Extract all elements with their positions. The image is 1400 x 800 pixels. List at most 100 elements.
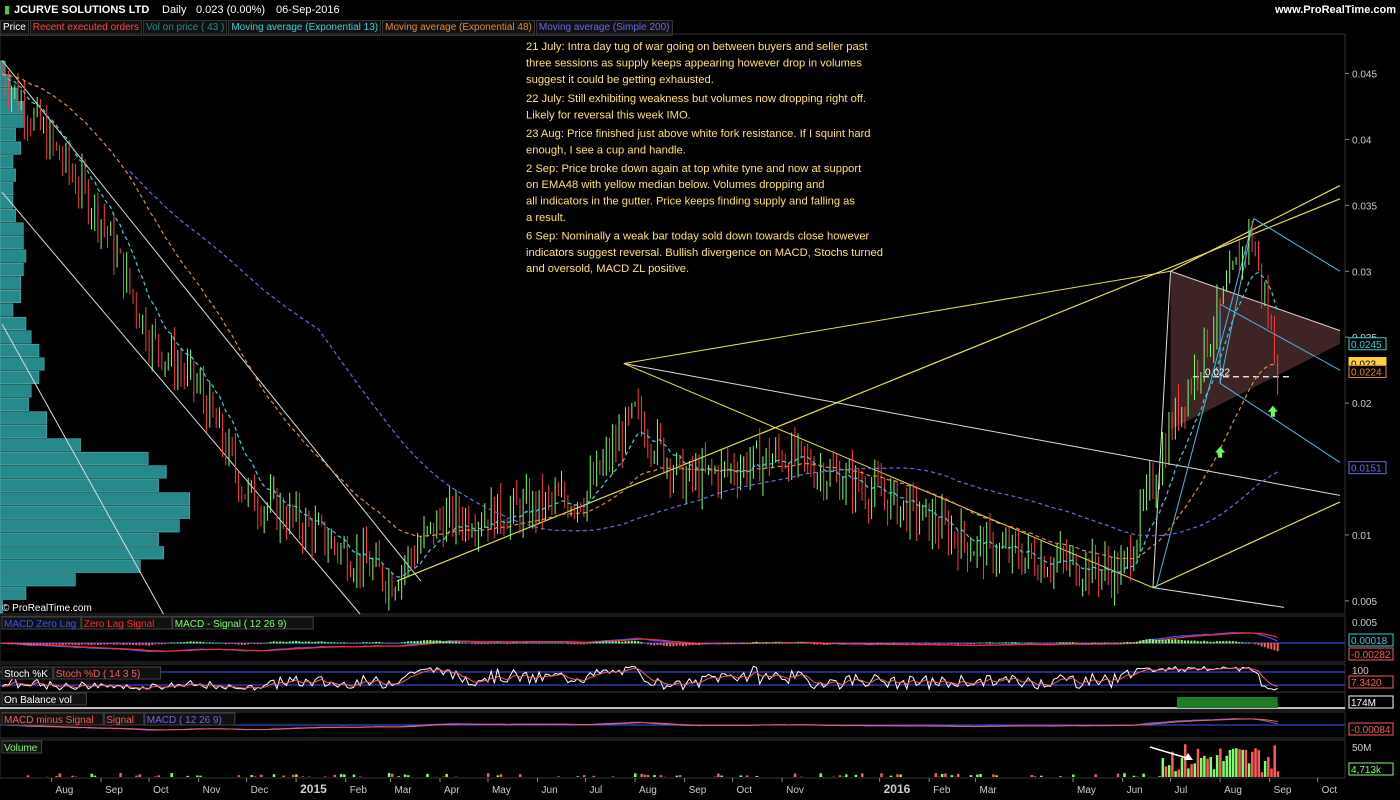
zerolag-hist-bar — [1135, 641, 1138, 644]
annotation-line: 23 Aug: Price finished just above white … — [526, 128, 871, 140]
annotation-line: indicators suggest reversal. Bullish div… — [526, 247, 883, 259]
zerolag-hist-bar — [288, 641, 291, 644]
zerolag-hist-bar — [1126, 641, 1129, 644]
vol-profile-bar — [0, 182, 14, 196]
zerolag-hist-bar — [681, 643, 684, 647]
volume-bar — [1177, 769, 1181, 777]
x-tick-label: Jul — [589, 785, 602, 796]
zerolag-hist-bar — [787, 643, 790, 644]
zerolag-hist-bar — [966, 643, 969, 645]
volume-bar — [1244, 749, 1248, 777]
zerolag-hist-bar — [291, 641, 294, 644]
zerolag-hist-bar — [451, 641, 454, 644]
zerolag-hist-bar — [1215, 641, 1218, 644]
volume-bar — [976, 774, 979, 777]
x-tick-label: Sep — [105, 785, 123, 796]
zerolag-hist-bar — [506, 643, 509, 645]
zerolag-hist-bar — [199, 641, 202, 644]
y-tick-label: 0.02 — [1352, 399, 1372, 410]
volume-bar — [675, 775, 679, 777]
zerolag-hist-bar — [650, 643, 653, 646]
zerolag-hist-bar — [1008, 642, 1011, 644]
vol-profile-bar — [0, 249, 27, 263]
volume-bar — [934, 773, 938, 777]
zerolag-hist-bar — [1203, 640, 1206, 644]
zerolag-hist-bar — [1100, 642, 1103, 644]
sma200-line — [129, 171, 1278, 537]
volume-bar — [1231, 748, 1235, 777]
zerolag-hist-bar — [1065, 642, 1068, 644]
volume-badge-text: 4,713k — [1351, 765, 1382, 776]
zerolag-hist-bar — [419, 640, 422, 644]
zerolag-label: MACD Zero Lag — [4, 619, 76, 630]
annotation-line: enough, I see a cup and handle. — [526, 144, 686, 156]
zerolag-hist-bar — [1046, 643, 1049, 644]
zerolag-hist-bar — [589, 642, 592, 644]
zerolag-hist-bar — [122, 643, 125, 645]
zerolag-hist-bar — [64, 643, 67, 645]
zerolag-hist-bar — [697, 643, 700, 646]
x-tick-label: Apr — [444, 785, 460, 796]
vol-profile-bar — [0, 546, 165, 560]
zerolag-hist-bar — [726, 642, 729, 644]
zerolag-hist-bar — [717, 643, 720, 644]
zerolag-hist-bar — [988, 642, 991, 644]
zerolag-hist-bar — [215, 642, 218, 644]
volume-bar — [1212, 769, 1216, 777]
volume-bar — [1260, 772, 1264, 777]
zerolag-hist-bar — [410, 641, 413, 644]
x-tick-label: Sep — [1274, 785, 1292, 796]
zerolag-hist-bar — [1, 643, 3, 644]
zerolag-hist-bar — [1011, 642, 1014, 644]
x-tick-label: Aug — [1224, 785, 1242, 796]
zerolag-hist-bar — [61, 643, 64, 646]
zerolag-hist-bar — [227, 643, 230, 644]
zerolag-hist-bar — [886, 643, 889, 645]
obv-label: On Balance vol — [4, 695, 72, 706]
zerolag-hist-bar — [1017, 642, 1020, 644]
zerolag-hist-bar — [205, 642, 208, 644]
zerolag-hist-bar — [803, 642, 806, 644]
zerolag-hist-bar — [701, 643, 704, 645]
zerolag-hist-bar — [1187, 640, 1190, 644]
zerolag-hist-bar — [534, 643, 537, 644]
zerolag-hist-bar — [972, 643, 975, 645]
zerolag-hist-bar — [592, 642, 595, 644]
x-tick-label: Oct — [153, 785, 169, 796]
zerolag-hist-bar — [771, 642, 774, 644]
zerolag-hist-bar — [253, 643, 256, 644]
zerolag-hist-bar — [953, 643, 956, 645]
zerolag-hist-bar — [397, 642, 400, 644]
volume-bar — [253, 776, 257, 777]
zerolag-hist-bar — [269, 641, 272, 644]
zerolag-hist-bar — [20, 643, 23, 645]
zerolag-hist-bar — [768, 642, 771, 644]
zerolag-hist-bar — [323, 641, 326, 644]
zerolag-hist-bar — [439, 640, 442, 644]
zerolag-hist-bar — [1107, 642, 1110, 644]
vol-profile-bar — [0, 532, 159, 546]
volume-bar — [720, 775, 723, 777]
zerolag-hist-bar — [352, 643, 355, 644]
zerolag-hist-bar — [713, 643, 716, 644]
volume-bar — [301, 776, 305, 777]
volume-bar — [1247, 763, 1251, 777]
chart-text: 21 July: Intra day tug of war going on b… — [2, 41, 1230, 614]
zerolag-hist-bar — [16, 643, 19, 645]
zerolag-hist-bar — [752, 642, 755, 644]
zerolag-hist-bar — [666, 643, 669, 646]
zerolag-hist-bar — [10, 643, 13, 645]
zerolag-hist-bar — [458, 641, 461, 644]
zerolag-hist-bar — [1062, 642, 1065, 644]
volume-bar — [745, 775, 749, 777]
zerolag-hist-bar — [400, 642, 403, 644]
price-chart[interactable]: MACD Zero Lag Zero Lag Signal MACD - Signa… — [0, 0, 1400, 800]
annotation-line: 22 July: Still exhibiting weakness but v… — [526, 93, 866, 105]
y-tick-label: 0.04 — [1352, 135, 1372, 146]
zerolag-hist-bar — [256, 643, 259, 645]
zerolag-hist-bar — [848, 643, 851, 644]
x-tick-label: Oct — [1322, 785, 1338, 796]
zerolag-hist-bar — [1113, 642, 1116, 644]
zerolag-hist-bar — [167, 643, 170, 644]
volume-bar — [387, 773, 391, 777]
